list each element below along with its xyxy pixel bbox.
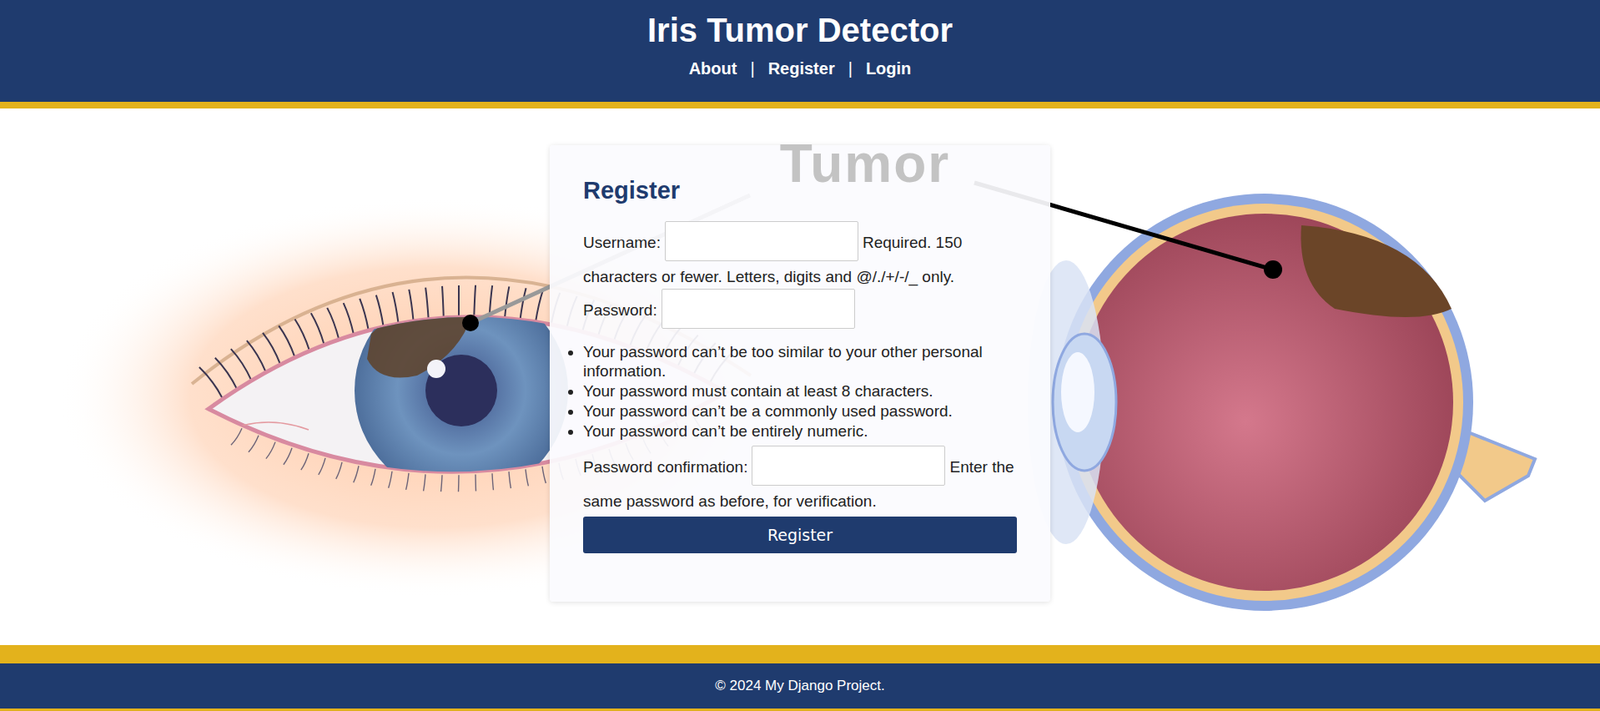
field-label: Username:	[583, 233, 661, 252]
nav-separator: |	[749, 59, 755, 79]
page: Iris Tumor Detector About | Register | Login T…	[0, 0, 1600, 711]
register-button[interactable]: Register	[583, 516, 1017, 554]
field-input[interactable]	[751, 445, 946, 486]
help-list: Your password can’t be too similar to yo…	[566, 342, 1017, 442]
site-header: Iris Tumor Detector About | Register | Login	[0, 0, 1600, 109]
form-field: Password confirmation:Enter the same pas…	[583, 445, 1017, 514]
site-footer: © 2024 My Django Project.	[0, 644, 1600, 711]
nav-separator: |	[848, 59, 853, 79]
nav-link[interactable]: About	[689, 59, 738, 79]
footer-text: © 2024 My Django Project.	[714, 677, 885, 695]
nav-bar: About | Register | Login	[689, 59, 912, 79]
nav-link[interactable]: Login	[865, 59, 911, 79]
form-field: Password:	[583, 288, 1017, 334]
nav-link[interactable]: Register	[768, 59, 836, 79]
help-item: Your password can’t be a commonly used p…	[583, 401, 1017, 422]
field-input[interactable]	[661, 288, 856, 329]
form-field: Username:Required. 150 characters or few…	[583, 221, 1017, 289]
field-input[interactable]	[664, 221, 859, 262]
field-label: Password confirmation:	[583, 457, 748, 476]
register-card: Register Username:Required. 150 character…	[549, 145, 1051, 602]
main-content: Tumor Register Username:Required. 150 char…	[0, 108, 1600, 645]
register-form: Username:Required. 150 characters or few…	[583, 221, 1017, 554]
tumor-label: Tumor	[774, 136, 956, 191]
help-item: Your password can’t be too similar to yo…	[583, 342, 1017, 383]
help-item: Your password can’t be entirely numeric.	[583, 421, 1017, 442]
field-label: Password:	[583, 301, 658, 319]
help-item: Your password must contain at least 8 ch…	[583, 381, 1017, 402]
site-title: Iris Tumor Detector	[647, 11, 953, 50]
